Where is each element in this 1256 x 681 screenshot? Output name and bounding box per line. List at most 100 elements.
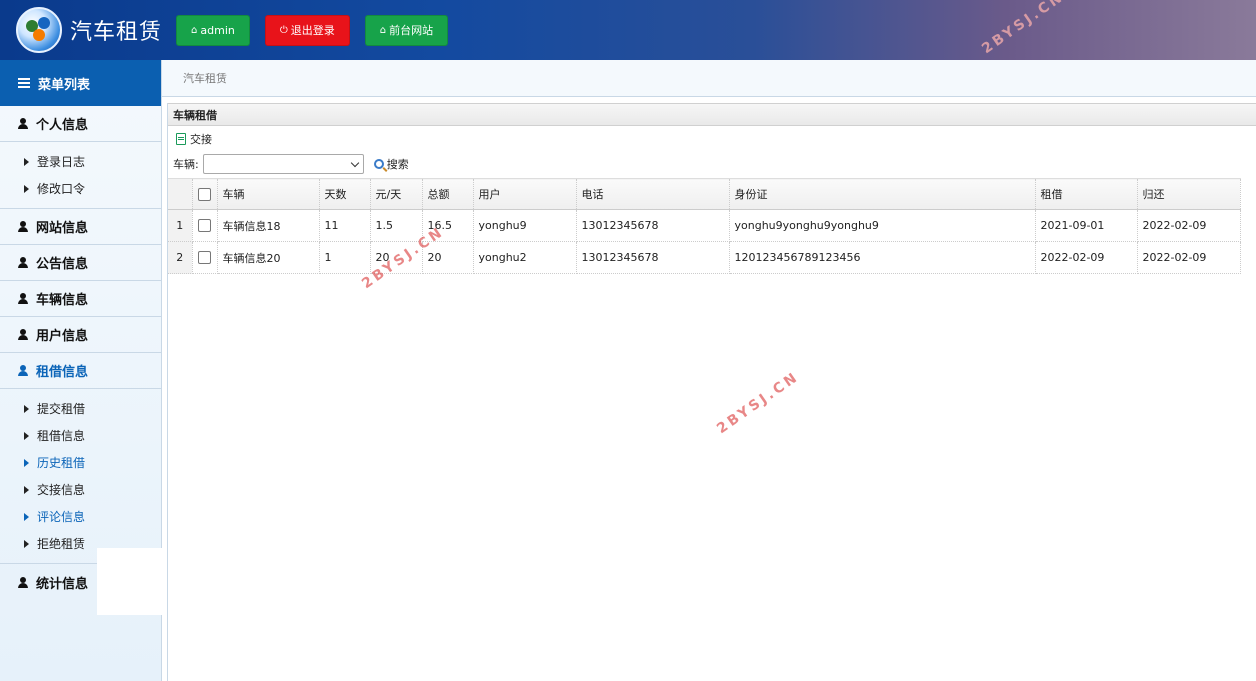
user-icon — [18, 118, 28, 129]
sidebar-item-rental-history[interactable]: 历史租借 — [0, 449, 161, 476]
breadcrumb: 汽车租赁 — [162, 60, 1256, 97]
table-cell: 1.5 — [370, 209, 423, 242]
user-icon — [18, 329, 28, 340]
sidebar-section-label: 租借信息 — [36, 365, 89, 380]
sidebar-item-label: 历史租借 — [37, 456, 86, 470]
sidebar-section-label: 用户信息 — [36, 329, 89, 344]
sidebar-title: 菜单列表 — [38, 77, 91, 93]
sidebar-section-label: 个人信息 — [36, 118, 89, 133]
row-checkbox-cell — [192, 241, 218, 274]
column-header[interactable]: 身份证 — [729, 178, 1036, 210]
caret-right-icon — [24, 431, 29, 440]
column-header[interactable]: 用户 — [473, 178, 577, 210]
user-icon — [18, 293, 28, 304]
sidebar-section-personal[interactable]: 个人信息 — [0, 106, 161, 142]
sidebar-item-submit-rental[interactable]: 提交租借 — [0, 395, 161, 422]
sidebar-item-label: 交接信息 — [37, 483, 86, 497]
sidebar-section-vehicle[interactable]: 车辆信息 — [0, 281, 161, 317]
main-panel: 车辆租借 交接 车辆: 搜索 车辆 天数 元/天 总额 用户 电话 身份证 租借… — [167, 103, 1256, 681]
user-icon — [18, 365, 28, 376]
logout-button-label: 退出登录 — [290, 24, 335, 37]
column-header[interactable]: 归还 — [1137, 178, 1241, 210]
column-header[interactable]: 天数 — [319, 178, 371, 210]
sidebar-item-handover-info[interactable]: 交接信息 — [0, 476, 161, 503]
column-header[interactable]: 车辆 — [217, 178, 320, 210]
sidebar-subgroup-rental: 提交租借 租借信息 历史租借 交接信息 评论信息 拒绝租赁 — [0, 389, 161, 564]
table-row[interactable]: 1 车辆信息18 11 1.5 16.5 yonghu9 13012345678… — [168, 209, 1241, 242]
list-icon — [18, 78, 30, 88]
column-header[interactable]: 租借 — [1035, 178, 1138, 210]
sidebar-item-change-password[interactable]: 修改口令 — [0, 175, 161, 202]
select-all-header — [192, 178, 218, 210]
table-cell: yonghu2 — [473, 241, 577, 274]
row-checkbox[interactable] — [198, 251, 211, 265]
sidebar-item-login-log[interactable]: 登录日志 — [0, 148, 161, 175]
toolbar: 交接 — [168, 126, 1256, 152]
table-cell: 2022-02-09 — [1137, 209, 1241, 242]
sidebar-section-label: 网站信息 — [36, 221, 89, 236]
table-cell: 车辆信息20 — [217, 241, 320, 274]
caret-right-icon — [24, 539, 29, 548]
sidebar-section-website[interactable]: 网站信息 — [0, 209, 161, 245]
sidebar-section-user[interactable]: 用户信息 — [0, 317, 161, 353]
table-cell: yonghu9yonghu9yonghu9 — [729, 209, 1036, 242]
table-cell: yonghu9 — [473, 209, 577, 242]
sidebar-item-label: 修改口令 — [37, 182, 86, 196]
select-all-checkbox[interactable] — [198, 187, 211, 201]
table-cell: 13012345678 — [576, 241, 730, 274]
table-cell: 车辆信息18 — [217, 209, 320, 242]
caret-right-icon — [24, 485, 29, 494]
search-button[interactable]: 搜索 — [373, 156, 409, 172]
sidebar-item-comment-info[interactable]: 评论信息 — [0, 503, 161, 530]
row-number: 1 — [168, 209, 193, 242]
table-cell: 11 — [319, 209, 371, 242]
frontend-site-button[interactable]: ⌂ 前台网站 — [364, 14, 449, 46]
rental-table: 车辆 天数 元/天 总额 用户 电话 身份证 租借 归还 1 车辆信息18 11… — [168, 178, 1241, 274]
column-header[interactable]: 电话 — [576, 178, 730, 210]
caret-right-icon — [24, 157, 29, 166]
table-cell: 13012345678 — [576, 209, 730, 242]
app-title: 汽车租赁 — [70, 20, 163, 45]
frontend-site-button-label: 前台网站 — [389, 24, 434, 37]
top-header: 汽车租赁 ⌂ admin ⏻ 退出登录 ⌂ 前台网站 — [0, 0, 1256, 60]
sidebar-item-label: 登录日志 — [37, 155, 86, 169]
row-checkbox[interactable] — [198, 219, 211, 233]
user-icon — [18, 221, 28, 232]
sidebar-item-label: 拒绝租赁 — [37, 537, 86, 551]
row-number: 2 — [168, 241, 193, 274]
sidebar-item-label: 租借信息 — [37, 429, 86, 443]
breadcrumb-text: 汽车租赁 — [183, 72, 227, 85]
blank-patch — [97, 548, 167, 615]
sidebar-section-notice[interactable]: 公告信息 — [0, 245, 161, 281]
caret-right-icon — [24, 458, 29, 467]
user-icon — [18, 576, 28, 588]
column-header[interactable]: 总额 — [422, 178, 474, 210]
document-icon — [176, 133, 186, 145]
app-logo-icon — [16, 7, 62, 53]
table-cell: 2022-02-09 — [1035, 241, 1138, 274]
panel-title: 车辆租借 — [168, 103, 1256, 126]
table-cell: 1 — [319, 241, 371, 274]
handover-button[interactable]: 交接 — [190, 131, 212, 147]
sidebar-subgroup-personal: 登录日志 修改口令 — [0, 142, 161, 209]
admin-button[interactable]: ⌂ admin — [176, 14, 250, 46]
sidebar-item-label: 提交租借 — [37, 402, 86, 416]
vehicle-select[interactable] — [202, 154, 364, 174]
row-checkbox-cell — [192, 209, 218, 242]
sidebar-section-rental[interactable]: 租借信息 — [0, 353, 161, 389]
sidebar-header: 菜单列表 — [0, 60, 161, 106]
home-icon: ⌂ — [191, 24, 198, 36]
sidebar-item-rental-info[interactable]: 租借信息 — [0, 422, 161, 449]
logout-button[interactable]: ⏻ 退出登录 — [264, 14, 350, 46]
search-icon — [373, 159, 384, 169]
sidebar-section-label: 公告信息 — [36, 257, 89, 272]
caret-right-icon — [24, 512, 29, 521]
column-header[interactable]: 元/天 — [370, 178, 423, 210]
vehicle-filter-label: 车辆: — [173, 158, 199, 171]
search-button-label: 搜索 — [386, 158, 409, 171]
table-cell: 120123456789123456 — [729, 241, 1036, 274]
power-icon: ⏻ — [279, 24, 288, 36]
table-cell: 2022-02-09 — [1137, 241, 1241, 274]
caret-right-icon — [24, 404, 29, 413]
table-row[interactable]: 2 车辆信息20 1 20 20 yonghu2 13012345678 120… — [168, 241, 1241, 274]
